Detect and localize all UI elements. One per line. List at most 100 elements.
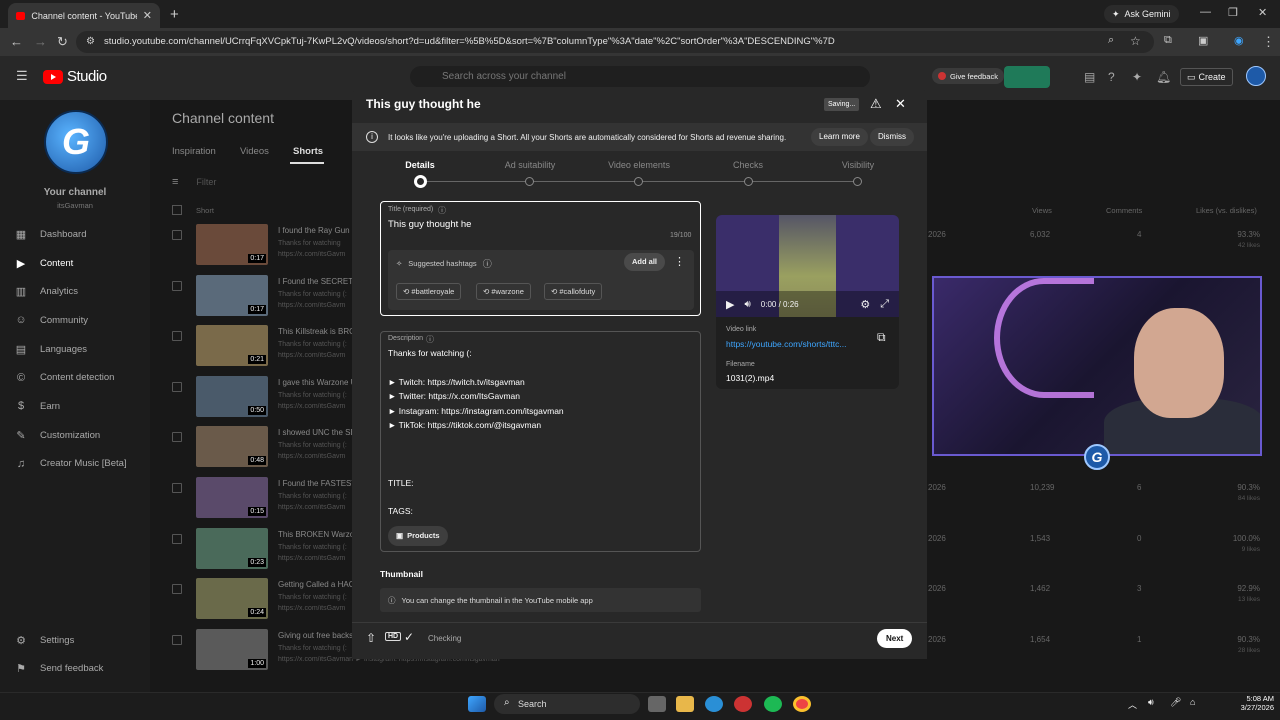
give-feedback-button[interactable]: Give feedback: [932, 68, 1004, 84]
short-thumbnail[interactable]: 0:50: [196, 375, 268, 417]
row-checkbox[interactable]: [172, 230, 182, 240]
step-visibility[interactable]: Visibility: [808, 160, 908, 170]
description-line[interactable]: ► TikTok: https://tiktok.com/@itsgavman: [388, 420, 541, 430]
sidebar-item-send-feedback[interactable]: ⚑ Send feedback: [14, 662, 103, 675]
short-title[interactable]: I found the Ray Gun i: [278, 226, 354, 235]
volume-icon[interactable]: 🔊︎: [744, 299, 750, 310]
tray-chevron-icon[interactable]: ︿: [1128, 698, 1137, 711]
description-help-icon[interactable]: ⓘ: [426, 334, 434, 345]
windows-start-icon[interactable]: [468, 696, 486, 712]
green-extension-button[interactable]: [1004, 66, 1050, 88]
sidebar-item-settings[interactable]: ⚙ Settings: [14, 634, 74, 647]
row-checkbox[interactable]: [172, 483, 182, 493]
close-dialog-icon[interactable]: ✕: [895, 96, 906, 112]
short-thumbnail[interactable]: 0:17: [196, 224, 268, 265]
learn-more-button[interactable]: Learn more: [811, 128, 868, 146]
products-button[interactable]: ▣ Products: [388, 526, 448, 546]
step-ad-suitability[interactable]: Ad suitability: [480, 160, 580, 170]
row-checkbox[interactable]: [172, 381, 182, 392]
spotify-icon[interactable]: [764, 696, 782, 712]
sidebar-item-earn[interactable]: $ Earn: [14, 400, 60, 412]
video-settings-icon[interactable]: ⚙: [860, 298, 870, 311]
description-line[interactable]: ► Twitch: https://twitch.tv/itsgavman: [388, 377, 525, 387]
short-thumbnail[interactable]: 0:15: [196, 477, 268, 518]
hashtag-chip[interactable]: ⟲ #callofduty: [544, 283, 603, 300]
zoom-icon[interactable]: ⌕: [1108, 34, 1114, 47]
filter-bar[interactable]: ≡ Filter: [172, 176, 216, 188]
dismiss-button[interactable]: Dismiss: [870, 128, 914, 146]
short-title[interactable]: This BROKEN Warzo: [278, 530, 354, 539]
new-tab-icon[interactable]: +: [170, 6, 179, 23]
hashtag-chip[interactable]: ⟲ #battleroyale: [396, 283, 462, 300]
description-line[interactable]: ► Twitter: https://x.com/ItsGavman: [388, 391, 520, 401]
row-checkbox[interactable]: [172, 432, 182, 443]
step-checks[interactable]: Checks: [698, 160, 798, 170]
title-input[interactable]: This guy thought he: [388, 219, 471, 230]
close-window-icon[interactable]: ✕: [1258, 6, 1267, 19]
add-all-button[interactable]: Add all: [624, 253, 666, 271]
column-header-comments[interactable]: Comments: [1106, 206, 1142, 215]
hamburger-menu-icon[interactable]: ☰: [16, 68, 28, 84]
edge-icon[interactable]: [705, 696, 723, 712]
restore-icon[interactable]: ❐: [1228, 6, 1238, 19]
sidebar-item-content[interactable]: ▶ Content: [14, 257, 74, 270]
title-help-icon[interactable]: ⓘ: [438, 205, 446, 216]
ask-gemini-button[interactable]: ✦ Ask Gemini: [1104, 5, 1179, 23]
browser-menu-icon[interactable]: ⋮: [1262, 34, 1275, 50]
video-link[interactable]: https://youtube.com/shorts/tttc...: [726, 339, 866, 349]
step-dot[interactable]: [525, 177, 534, 186]
microphone-icon[interactable]: 🎤︎: [1170, 697, 1181, 708]
browser-tab[interactable]: Channel content - YouTube Stu... ✕: [8, 3, 160, 28]
description-line[interactable]: TITLE:: [388, 478, 414, 488]
help-icon[interactable]: ⓘ: [483, 257, 492, 270]
copy-link-icon[interactable]: ⧉: [877, 330, 886, 345]
channel-search-input[interactable]: Search across your channel: [410, 66, 870, 88]
row-checkbox[interactable]: [172, 331, 182, 342]
short-thumbnail[interactable]: 1:00: [196, 628, 268, 670]
play-icon[interactable]: ▶: [726, 298, 734, 311]
step-dot[interactable]: [744, 177, 753, 186]
obs-icon[interactable]: [734, 696, 752, 712]
step-details[interactable]: Details: [370, 160, 470, 170]
column-header-likes[interactable]: Likes (vs. dislikes): [1196, 206, 1257, 215]
hashtag-chip[interactable]: ⟲ #warzone: [476, 283, 531, 300]
short-thumbnail[interactable]: 0:17: [196, 274, 268, 316]
task-view-icon[interactable]: [648, 696, 666, 712]
short-title[interactable]: This Killstreak is BRO: [278, 327, 355, 336]
description-field[interactable]: [380, 331, 701, 552]
short-title[interactable]: I Found the SECRET A: [278, 277, 360, 286]
sidebar-item-community[interactable]: ☺ Community: [14, 314, 88, 326]
sidebar-item-customization[interactable]: ✎ Customization: [14, 429, 100, 442]
description-line[interactable]: ► Instagram: https://instagram.com/itsga…: [388, 406, 564, 416]
caption-icon[interactable]: ▤: [1084, 70, 1095, 84]
create-button[interactable]: ▭ Create: [1180, 68, 1233, 86]
description-line[interactable]: Thanks for watching (:: [388, 348, 472, 358]
profile-icon[interactable]: ◉: [1234, 34, 1244, 47]
row-checkbox[interactable]: [172, 634, 182, 645]
short-title[interactable]: I showed UNC the SE: [278, 428, 356, 437]
short-title[interactable]: Getting Called a HAC: [278, 580, 354, 589]
next-button[interactable]: Next: [877, 629, 913, 648]
short-title[interactable]: I Found the FASTEST: [278, 479, 356, 488]
column-header-views[interactable]: Views: [1032, 206, 1052, 215]
step-dot[interactable]: [853, 177, 862, 186]
tab-shorts[interactable]: Shorts: [293, 146, 323, 157]
step-dot-active[interactable]: [414, 175, 427, 188]
row-checkbox[interactable]: [172, 533, 182, 544]
row-checkbox[interactable]: [172, 280, 182, 291]
notifications-icon[interactable]: 🔔︎: [1156, 70, 1171, 84]
network-icon[interactable]: ⌂: [1190, 697, 1195, 707]
short-thumbnail[interactable]: 0:23: [196, 527, 268, 569]
taskbar-search[interactable]: Search: [494, 694, 640, 714]
sidebar-item-analytics[interactable]: ▥ Analytics: [14, 285, 78, 298]
sidebar-item-languages[interactable]: ▤ Languages: [14, 343, 87, 356]
split-view-icon[interactable]: ▣: [1198, 34, 1208, 47]
close-tab-icon[interactable]: ✕: [143, 9, 152, 22]
select-all-checkbox[interactable]: [172, 205, 182, 215]
help-icon[interactable]: ?: [1108, 70, 1115, 84]
site-info-icon[interactable]: ⚙: [86, 36, 95, 47]
tab-videos[interactable]: Videos: [240, 146, 269, 157]
channel-avatar[interactable]: G: [44, 110, 108, 174]
address-bar[interactable]: studio.youtube.com/channel/UCrrqFqXVCpkT…: [76, 31, 1154, 53]
column-header-short[interactable]: Short: [196, 206, 214, 215]
